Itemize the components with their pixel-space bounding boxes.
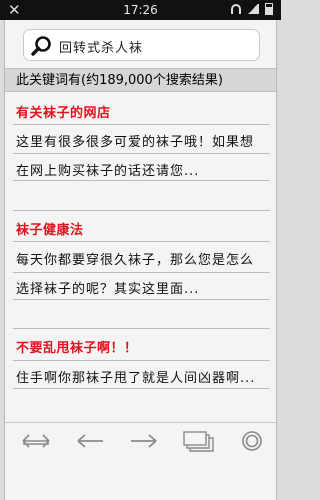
forward-arrow-icon: [131, 434, 157, 448]
result-line[interactable]: 每天你都要穿很久袜子，那么您是怎么: [16, 249, 254, 268]
divider: [13, 299, 270, 300]
home-button[interactable]: [235, 427, 269, 455]
wifi-icon: [231, 4, 241, 14]
back-button[interactable]: [73, 427, 107, 455]
forward-button[interactable]: [127, 427, 161, 455]
system-icons: [231, 3, 273, 15]
tabs-button[interactable]: [183, 427, 217, 455]
result-title-3[interactable]: 不要乱甩袜子啊！！: [16, 337, 138, 356]
search-icon[interactable]: [31, 35, 53, 57]
result-line[interactable]: 选择袜子的呢？其实这里面...: [16, 278, 199, 297]
tabs-icon: [183, 431, 214, 452]
result-line[interactable]: 住手啊你那袜子甩了就是人间凶器啊...: [16, 367, 255, 386]
divider: [13, 180, 270, 181]
divider: [13, 241, 270, 242]
search-input[interactable]: 回转式杀人袜: [23, 29, 260, 61]
divider: [13, 360, 270, 361]
battery-icon: [265, 3, 273, 15]
home-circle-icon: [242, 431, 262, 451]
result-title-1[interactable]: 有关袜子的网店: [16, 102, 111, 121]
browser-toolbar: [5, 422, 276, 461]
search-query: 回转式杀人袜: [59, 41, 144, 56]
result-line[interactable]: 在网上购买袜子的话还请您...: [16, 160, 199, 179]
divider: [13, 272, 270, 273]
result-title-2[interactable]: 袜子健康法: [16, 219, 84, 238]
back-arrow-icon: [77, 434, 103, 448]
divider: [13, 210, 270, 211]
divider: [13, 328, 270, 329]
divider: [13, 124, 270, 125]
signal-icon: [247, 4, 259, 14]
browser-window: 回转式杀人袜 此关键词有(约189,000个搜索结果) 有关袜子的网店 这里有很…: [4, 20, 277, 500]
swap-button[interactable]: [19, 427, 53, 455]
result-line[interactable]: 这里有很多很多可爱的袜子哦！如果想: [16, 131, 254, 150]
divider: [13, 153, 270, 154]
result-count-bar: 此关键词有(约189,000个搜索结果): [5, 68, 276, 92]
divider: [13, 388, 270, 389]
swap-arrows-icon: [22, 434, 50, 448]
status-bar: ✕ 17:26: [0, 0, 281, 20]
